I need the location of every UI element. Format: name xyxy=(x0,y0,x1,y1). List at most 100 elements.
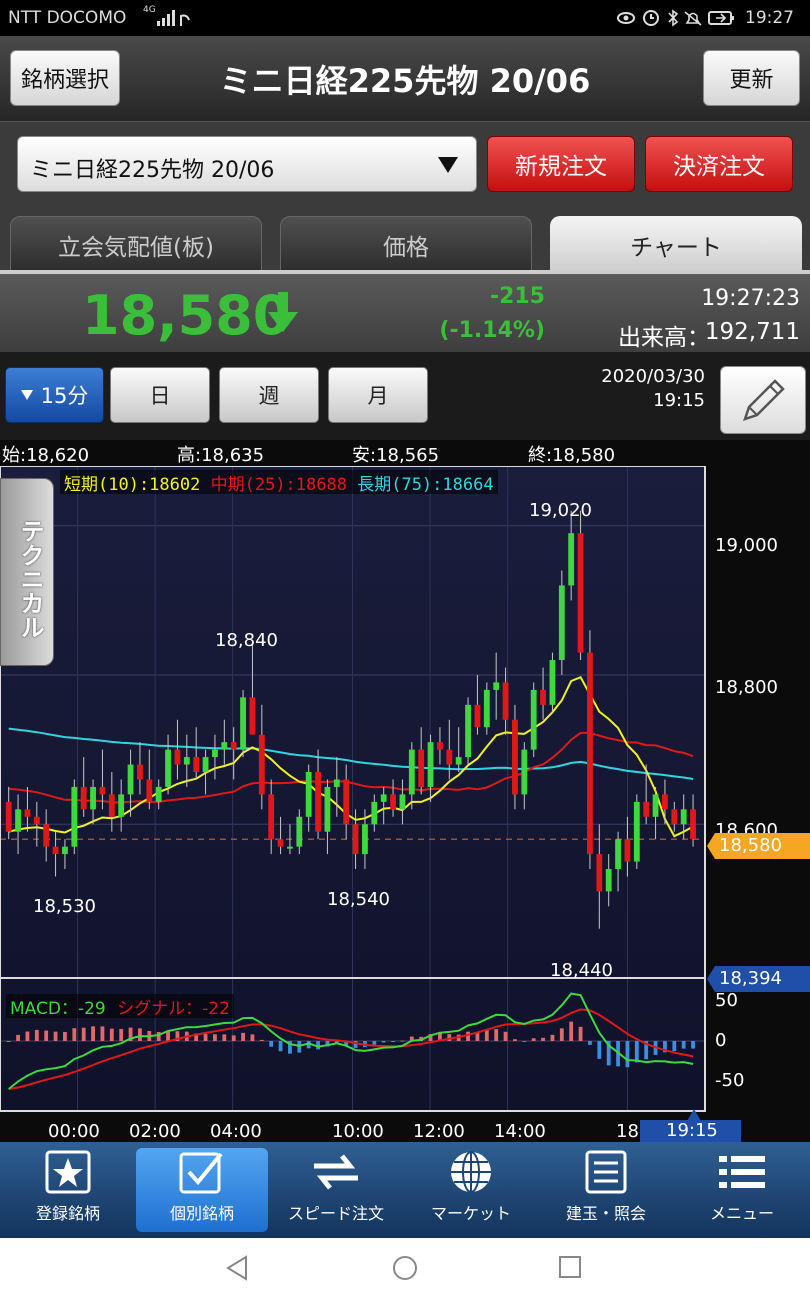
pencil-icon xyxy=(743,379,785,421)
candle-body xyxy=(62,846,68,855)
menu-list-icon xyxy=(719,1156,765,1188)
candle-body xyxy=(671,809,678,825)
down-arrow-icon xyxy=(268,292,298,332)
macd-tick: -50 xyxy=(715,1070,745,1091)
macd-histogram-bar xyxy=(81,1027,86,1041)
candle-body xyxy=(33,816,40,825)
candlestick-chart[interactable] xyxy=(0,466,810,1142)
refresh-button[interactable]: 更新 xyxy=(703,50,800,106)
close-order-button[interactable]: 決済注文 xyxy=(645,136,793,192)
macd-histogram-bar xyxy=(6,1041,11,1042)
period-15min-button[interactable]: 15分 xyxy=(5,367,104,423)
nav-positions[interactable]: 建玉・照会 xyxy=(540,1148,672,1232)
candle-body xyxy=(240,697,246,750)
back-icon[interactable] xyxy=(226,1255,250,1281)
candle-body xyxy=(558,585,565,661)
macd-histogram-bar xyxy=(559,1028,564,1041)
nav-speed-order[interactable]: スピード注文 xyxy=(270,1148,402,1232)
candle-body xyxy=(230,742,237,750)
candle-body xyxy=(587,652,593,855)
candle-body xyxy=(680,809,687,825)
globe-icon xyxy=(451,1151,491,1193)
macd-histogram-bar xyxy=(222,1034,227,1041)
candle-body xyxy=(512,719,518,795)
candle-body xyxy=(605,869,612,892)
macd-histogram-bar xyxy=(400,1040,405,1042)
technical-tab-label: テクニカル xyxy=(16,519,44,639)
macd-histogram-bar xyxy=(494,1029,499,1041)
chart-area[interactable]: 短期(10):18602 中期(25):18688 長期(75):18664 テ… xyxy=(0,466,810,1142)
status-bar: NTT DOCOMO 4G 19:27 xyxy=(0,0,810,36)
macd-histogram-bar xyxy=(138,1028,142,1041)
macd-histogram-bar xyxy=(578,1026,583,1041)
signal-label: シグナル：-22 xyxy=(117,999,230,1019)
symbol-select-button[interactable]: 銘柄選択 xyxy=(10,50,120,106)
tab-board[interactable]: 立会気配値(板) xyxy=(10,216,262,274)
candle-body xyxy=(146,779,153,802)
network-label: 4G xyxy=(143,5,156,15)
symbol-dropdown[interactable]: ミニ日経225先物 20/06 xyxy=(17,136,477,192)
candle-body xyxy=(174,749,181,765)
y-tick: 18,800 xyxy=(715,677,778,698)
technical-tab[interactable]: テクニカル xyxy=(0,478,54,666)
candle-body xyxy=(418,749,425,787)
candle-body xyxy=(277,839,284,847)
home-icon[interactable] xyxy=(392,1255,418,1281)
nav-label: マーケット xyxy=(430,1204,511,1223)
candle-body xyxy=(108,794,115,817)
app-header: 銘柄選択 ミニ日経225先物 20/06 更新 xyxy=(0,36,810,122)
macd-histogram-bar xyxy=(634,1041,639,1063)
tab-price[interactable]: 価格 xyxy=(280,216,532,274)
ma-mid-label: 中期(25):18688 xyxy=(210,475,347,495)
signal-icon xyxy=(157,10,190,26)
ma-legend: 短期(10):18602 中期(25):18688 長期(75):18664 xyxy=(60,470,498,495)
candle-body xyxy=(437,742,443,750)
candle-body xyxy=(221,742,228,750)
current-price-tag-label: 18,580 xyxy=(719,835,782,856)
volume-value: 192,711 xyxy=(704,319,800,345)
period-month-button[interactable]: 月 xyxy=(328,367,428,423)
candle-body xyxy=(52,846,59,855)
macd-histogram-bar xyxy=(278,1041,283,1052)
macd-histogram-bar xyxy=(522,1041,527,1042)
x-tick: 12:00 xyxy=(413,1121,465,1142)
nav-market[interactable]: マーケット xyxy=(405,1148,537,1232)
candle-body xyxy=(249,697,256,735)
candle-body xyxy=(268,794,275,840)
recents-icon[interactable] xyxy=(558,1255,582,1279)
candle-body xyxy=(43,824,50,847)
new-order-button[interactable]: 新規注文 xyxy=(487,136,635,192)
tab-chart[interactable]: チャート xyxy=(550,216,802,274)
macd-histogram-bar xyxy=(231,1035,236,1041)
nav-individual[interactable]: 個別銘柄 xyxy=(136,1148,268,1232)
macd-histogram-bar xyxy=(391,1041,395,1043)
x-current-label: 19:15 xyxy=(666,1120,718,1141)
candle-body xyxy=(521,749,528,795)
candle-body xyxy=(71,786,78,847)
nav-watchlist[interactable]: 登録銘柄 xyxy=(2,1148,134,1232)
macd-histogram-bar xyxy=(16,1034,20,1041)
macd-histogram-bar xyxy=(372,1041,377,1045)
macd-histogram-bar xyxy=(63,1031,67,1041)
system-nav xyxy=(0,1238,810,1296)
price-annotation: 18,530 xyxy=(33,896,96,917)
price-annotation: 18,840 xyxy=(215,630,278,651)
period-day-button[interactable]: 日 xyxy=(110,367,210,423)
candle-body xyxy=(352,824,359,855)
y-tick: 19,000 xyxy=(715,535,778,556)
candle-body xyxy=(633,801,640,862)
period-week-button[interactable]: 週 xyxy=(219,367,319,423)
macd-histogram-bar xyxy=(91,1026,95,1041)
price-bar: 18,580 -215 (-1.14%) 19:27:23 出来高： 192,7… xyxy=(0,274,810,352)
star-icon xyxy=(45,1150,91,1194)
nav-menu[interactable]: メニュー xyxy=(676,1148,808,1232)
transfer-icon xyxy=(314,1154,358,1190)
dropdown-arrow-icon xyxy=(438,157,458,173)
candle-body xyxy=(315,772,321,832)
macd-histogram-bar xyxy=(588,1041,592,1045)
current-price-tag: 18,580 xyxy=(707,833,810,859)
x-tick: 10:00 xyxy=(332,1121,384,1142)
tab-bar: 立会気配値(板) 価格 チャート xyxy=(0,212,810,274)
macd-histogram-bar xyxy=(550,1034,555,1041)
draw-tool-button[interactable] xyxy=(720,366,806,434)
